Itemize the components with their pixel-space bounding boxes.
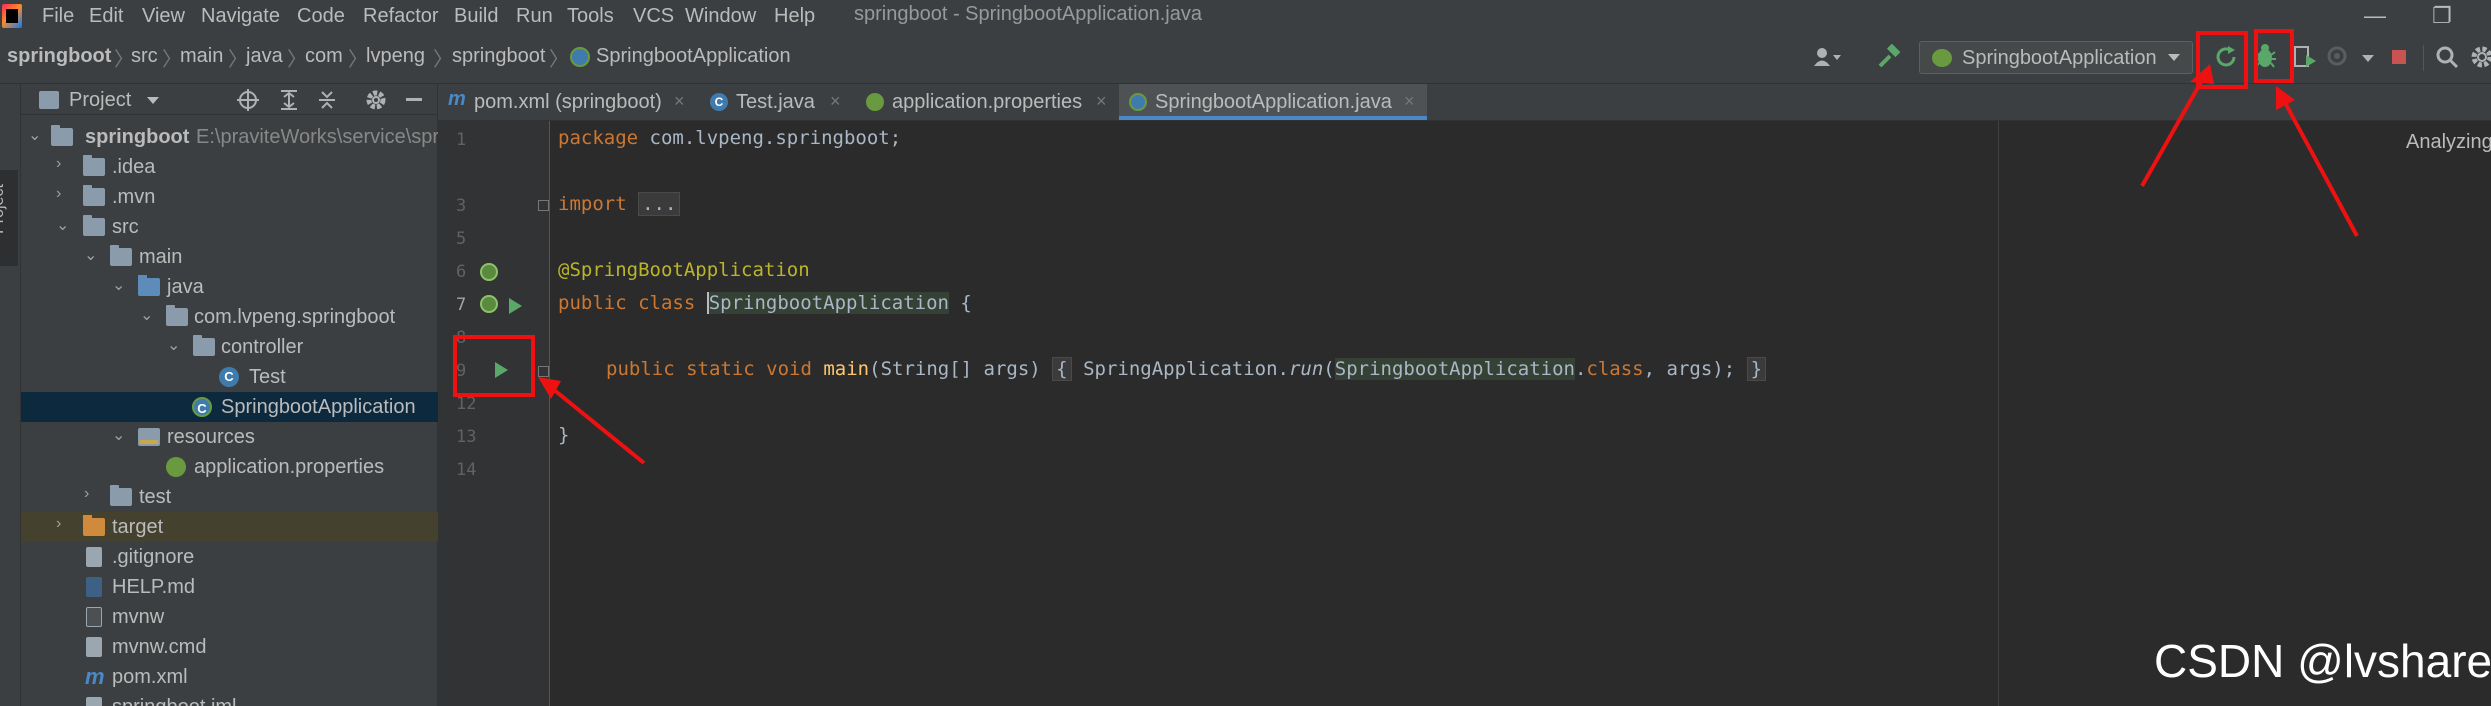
annotation-arrows — [538, 64, 2359, 465]
annotation-arrow-line — [2280, 96, 2359, 237]
annotation-arrow-line — [546, 383, 646, 465]
watermark-text: CSDN @lvshare — [2154, 635, 2491, 687]
annotation-arrowhead — [538, 377, 561, 399]
annotation-arrowhead — [2190, 64, 2214, 84]
annotation-arrow-line — [2140, 74, 2207, 187]
